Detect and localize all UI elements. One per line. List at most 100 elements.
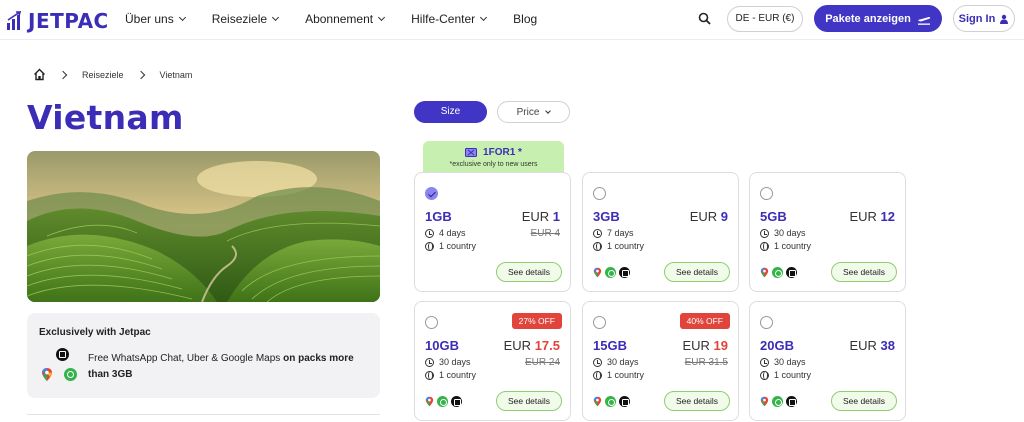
see-details-button[interactable]: See details bbox=[831, 391, 897, 411]
plan-old-price: EUR 4 bbox=[530, 228, 560, 239]
plan-price: EUR 1 bbox=[522, 209, 560, 224]
see-details-button[interactable]: See details bbox=[496, 391, 562, 411]
see-details-button[interactable]: See details bbox=[831, 262, 897, 282]
clock-icon bbox=[760, 228, 769, 238]
see-details-button[interactable]: See details bbox=[664, 262, 730, 282]
plan-currency: EUR bbox=[849, 338, 877, 353]
plan-countries: 1 country bbox=[607, 241, 645, 251]
menu-item-blog[interactable]: Blog bbox=[513, 12, 537, 26]
plan-price: EUR 12 bbox=[849, 209, 895, 224]
breadcrumb-link-destinations[interactable]: Reiseziele bbox=[82, 70, 124, 80]
globe-icon bbox=[425, 370, 434, 380]
logo[interactable]: JETPAC bbox=[6, 9, 109, 33]
plan-currency: EUR bbox=[682, 338, 710, 353]
plan-size: 10GB bbox=[425, 338, 459, 353]
plan-days: 30 days bbox=[607, 357, 639, 367]
exclusive-heading: Exclusively with Jetpac bbox=[39, 327, 151, 338]
plan-card-15gb[interactable]: 40% OFF 15GB EUR 19 EUR 31.5 30 days 1 c… bbox=[582, 301, 739, 421]
plan-currency: EUR bbox=[849, 209, 877, 224]
plan-card-10gb[interactable]: 27% OFF 10GB EUR 17.5 EUR 24 30 days 1 c… bbox=[414, 301, 571, 421]
plan-price-value: 9 bbox=[720, 209, 728, 224]
plan-days: 4 days bbox=[439, 228, 466, 238]
plan-duration: 30 days bbox=[593, 357, 639, 367]
page-title: Vietnam bbox=[27, 98, 184, 137]
whatsapp-icon bbox=[772, 396, 783, 407]
plan-price: EUR 38 bbox=[849, 338, 895, 353]
plan-card-3gb[interactable]: 3GB EUR 9 7 days 1 country See details bbox=[582, 172, 739, 292]
plan-radio[interactable] bbox=[425, 187, 438, 200]
whatsapp-icon bbox=[605, 267, 616, 278]
plan-duration: 30 days bbox=[425, 357, 471, 367]
plan-currency: EUR bbox=[521, 209, 550, 224]
chevron-down-icon bbox=[545, 107, 552, 114]
menu-item-label: Reiseziele bbox=[211, 12, 268, 26]
plan-currency: EUR bbox=[503, 338, 532, 353]
clock-icon bbox=[593, 357, 602, 367]
plan-days: 30 days bbox=[439, 357, 471, 367]
clock-icon bbox=[425, 357, 434, 367]
see-details-button[interactable]: See details bbox=[496, 262, 562, 282]
plan-coverage: 1 country bbox=[760, 241, 811, 251]
currency-selector[interactable]: DE - EUR (€) bbox=[727, 6, 803, 32]
brand-name: JETPAC bbox=[28, 9, 109, 33]
show-packages-button[interactable]: Pakete anzeigen bbox=[814, 5, 942, 32]
clock-icon bbox=[425, 228, 434, 238]
plan-size: 3GB bbox=[593, 209, 620, 224]
included-apps bbox=[593, 267, 630, 278]
jetpac-logo-icon bbox=[7, 11, 22, 30]
uber-icon bbox=[786, 396, 797, 407]
plan-days: 30 days bbox=[774, 357, 806, 367]
plan-countries: 1 country bbox=[439, 241, 477, 251]
plan-price-value: 19 bbox=[713, 338, 728, 353]
plan-countries: 1 country bbox=[439, 370, 477, 380]
see-details-button[interactable]: See details bbox=[664, 391, 730, 411]
google-maps-icon bbox=[760, 396, 769, 407]
menu-item-destinations[interactable]: Reiseziele bbox=[211, 12, 280, 26]
included-apps bbox=[425, 396, 462, 407]
top-nav: JETPAC Über uns Reiseziele Abonnement Hi… bbox=[0, 0, 1024, 40]
plan-coverage: 1 country bbox=[593, 241, 644, 251]
home-icon[interactable] bbox=[33, 68, 46, 81]
plan-card-5gb[interactable]: 5GB EUR 12 30 days 1 country See details bbox=[749, 172, 906, 292]
included-apps bbox=[593, 396, 630, 407]
plan-price: EUR 9 bbox=[690, 209, 728, 224]
menu-item-about[interactable]: Über uns bbox=[125, 12, 186, 26]
exclusive-text: Free WhatsApp Chat, Uber & Google Maps o… bbox=[88, 351, 368, 383]
menu-item-subscription[interactable]: Abonnement bbox=[305, 12, 386, 26]
uber-icon bbox=[786, 267, 797, 278]
plan-price-value: 1 bbox=[552, 209, 560, 224]
plan-size: 15GB bbox=[593, 338, 627, 353]
globe-icon bbox=[593, 370, 602, 380]
promo-note: *exclusive only to new users bbox=[449, 161, 538, 168]
menu-item-help-center[interactable]: Hilfe-Center bbox=[411, 12, 488, 26]
plan-radio[interactable] bbox=[760, 187, 773, 200]
google-maps-icon bbox=[593, 396, 602, 407]
vietnam-hero-image bbox=[27, 151, 380, 302]
sign-in-button[interactable]: Sign In bbox=[953, 5, 1015, 32]
globe-icon bbox=[760, 241, 769, 251]
breadcrumb-current: Vietnam bbox=[159, 69, 193, 80]
sort-size-button[interactable]: Size bbox=[414, 101, 487, 123]
plan-duration: 4 days bbox=[425, 228, 466, 238]
plan-days: 7 days bbox=[607, 228, 634, 238]
plan-radio[interactable] bbox=[760, 316, 773, 329]
plan-price-value: 12 bbox=[880, 209, 895, 224]
plan-radio[interactable] bbox=[593, 187, 606, 200]
divider bbox=[27, 414, 380, 415]
globe-icon bbox=[425, 241, 434, 251]
plan-card-1gb[interactable]: 1GB EUR 1 EUR 4 4 days 1 country See det… bbox=[414, 172, 571, 292]
plan-size: 20GB bbox=[760, 338, 794, 353]
google-maps-icon bbox=[42, 368, 52, 381]
uber-icon bbox=[56, 348, 69, 361]
plan-duration: 7 days bbox=[593, 228, 634, 238]
discount-badge: 40% OFF bbox=[679, 313, 730, 329]
main-menu: Über uns Reiseziele Abonnement Hilfe-Cen… bbox=[125, 12, 564, 26]
plan-price: EUR 17.5 bbox=[504, 338, 560, 353]
search-icon[interactable] bbox=[697, 11, 713, 27]
promo-code-text: 1FOR1 * bbox=[483, 147, 522, 158]
plan-radio[interactable] bbox=[593, 316, 606, 329]
exclusive-perks-panel: Exclusively with Jetpac Free WhatsApp Ch… bbox=[27, 313, 380, 398]
plan-radio[interactable] bbox=[425, 316, 438, 329]
sort-price-button[interactable]: Price bbox=[497, 101, 570, 123]
plan-card-20gb[interactable]: 20GB EUR 38 30 days 1 country See detail… bbox=[749, 301, 906, 421]
